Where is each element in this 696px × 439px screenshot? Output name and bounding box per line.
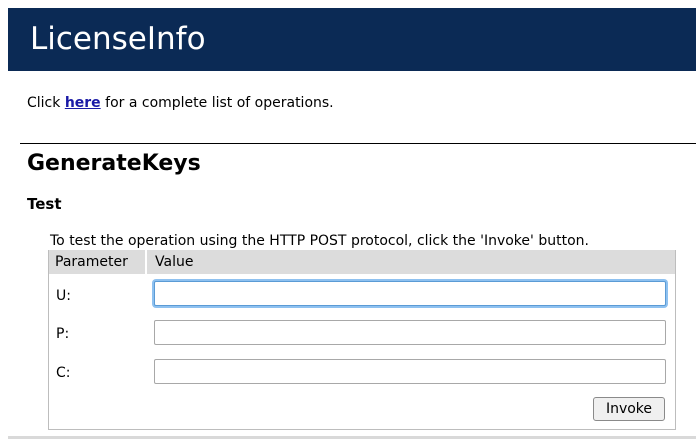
invoke-button[interactable]: Invoke bbox=[593, 397, 665, 421]
test-heading: Test bbox=[27, 195, 62, 213]
param-p-input[interactable] bbox=[154, 320, 666, 345]
operation-title: GenerateKeys bbox=[27, 151, 201, 176]
param-u-input[interactable] bbox=[154, 281, 666, 306]
parameter-column-header: Parameter bbox=[49, 250, 147, 274]
intro-prefix: Click bbox=[27, 95, 65, 111]
header-bar: LicenseInfo bbox=[8, 8, 696, 71]
test-form: Parameter Value U: P: C: Invoke bbox=[48, 250, 676, 430]
test-instructions: To test the operation using the HTTP POS… bbox=[50, 233, 589, 249]
intro-suffix: for a complete list of operations. bbox=[100, 95, 334, 111]
value-column-header: Value bbox=[155, 254, 194, 270]
section-divider bbox=[20, 143, 696, 144]
param-c-input[interactable] bbox=[154, 359, 666, 384]
intro-text: Click here for a complete list of operat… bbox=[27, 94, 334, 112]
operations-list-link[interactable]: here bbox=[65, 95, 101, 111]
param-label-u: U: bbox=[56, 288, 71, 304]
param-label-c: C: bbox=[56, 365, 71, 381]
param-label-p: P: bbox=[56, 326, 70, 342]
service-help-page: LicenseInfo Click here for a complete li… bbox=[0, 0, 696, 439]
table-header-row: Parameter Value bbox=[49, 250, 675, 274]
page-title: LicenseInfo bbox=[30, 21, 206, 57]
